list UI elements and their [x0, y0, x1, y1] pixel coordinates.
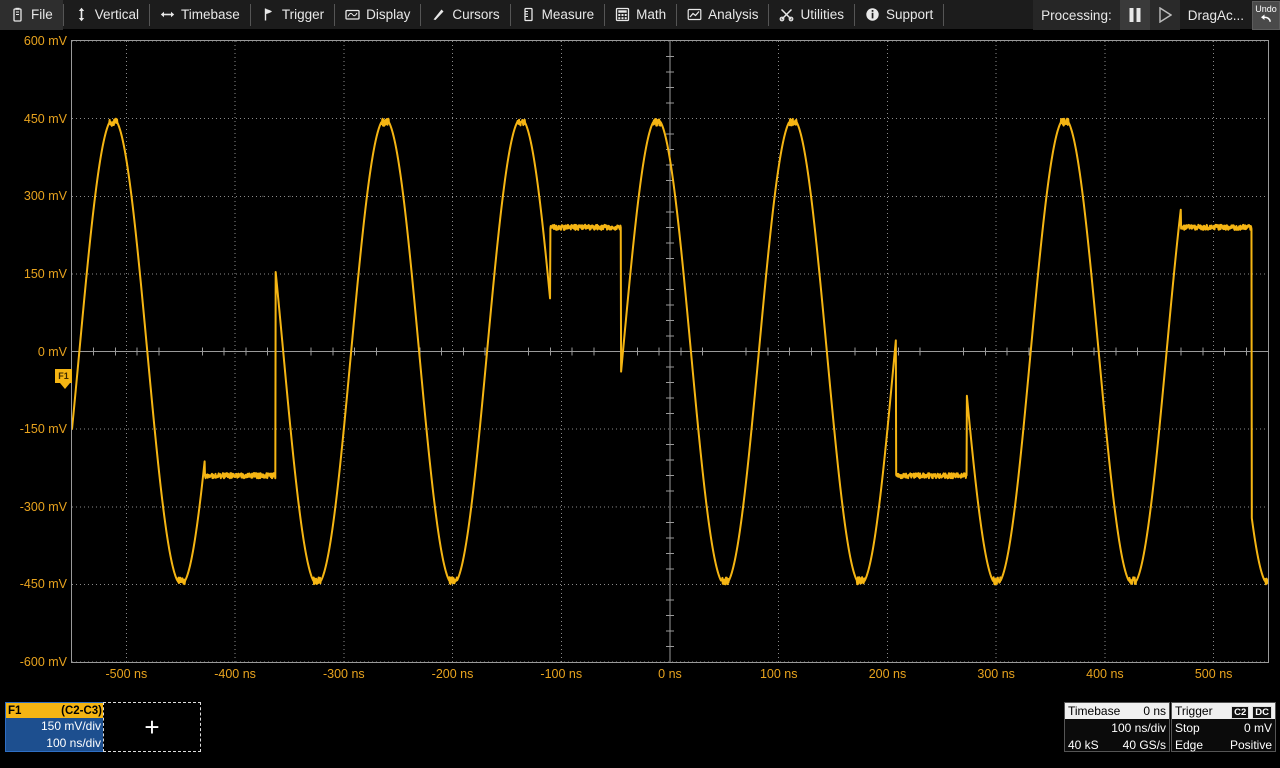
timebase-header: Timebase 0 ns [1065, 703, 1169, 719]
timebase-title: Timebase [1068, 704, 1120, 718]
x-axis-tick-label: -300 ns [323, 667, 365, 681]
trigger-state: Stop [1175, 721, 1200, 735]
x-axis-tick-label: -100 ns [540, 667, 582, 681]
x-axis-tick-label: 400 ns [1086, 667, 1124, 681]
add-trace-button[interactable]: + [103, 702, 201, 752]
menu-item-math[interactable]: Math [605, 0, 676, 30]
menu-item-vertical-label: Vertical [95, 7, 139, 22]
timebase-sample-rate: 40 GS/s [1123, 738, 1166, 752]
menu-item-utilities-label: Utilities [800, 7, 844, 22]
trigger-coupling-badge: DC [1252, 706, 1272, 719]
x-axis-tick-label: 200 ns [869, 667, 907, 681]
undo-button-label: Undo [1255, 5, 1277, 14]
utilities-tools-icon [779, 7, 794, 22]
timebase-scale: 100 ns/div [1065, 719, 1169, 736]
undo-button[interactable]: Undo [1252, 1, 1280, 30]
trigger-flag-icon [261, 7, 276, 22]
trigger-state-row: Stop 0 mV [1172, 719, 1275, 736]
f1-zero-level-marker[interactable]: F1 [55, 369, 72, 383]
x-axis-tick-label: -200 ns [432, 667, 474, 681]
processing-label: Processing: [1033, 0, 1120, 30]
menu-item-trigger-label: Trigger [282, 7, 324, 22]
y-axis-tick-label: -150 mV [0, 422, 67, 436]
menu-item-utilities[interactable]: Utilities [769, 0, 854, 30]
plus-icon: + [144, 714, 159, 740]
y-axis-tick-label: 150 mV [0, 267, 67, 281]
menu-item-support[interactable]: Support [855, 0, 943, 30]
trace-descriptor-header: F1 (C2-C3) [6, 703, 104, 718]
x-axis-tick-label: 100 ns [760, 667, 798, 681]
waveform-trace-f1 [72, 41, 1268, 662]
x-axis-tick-label: -400 ns [214, 667, 256, 681]
menu-item-timebase[interactable]: Timebase [150, 0, 250, 30]
trace-volts-per-div: 150 mV/div [6, 718, 104, 735]
pause-icon[interactable] [1120, 0, 1150, 30]
menu-item-file-label: File [31, 7, 53, 22]
undo-arrow-icon [1260, 14, 1273, 25]
y-axis-tick-label: -300 mV [0, 500, 67, 514]
cursor-icon [431, 7, 446, 22]
timebase-memory: 40 kS [1068, 738, 1099, 752]
x-axis-tick-label: -500 ns [106, 667, 148, 681]
trigger-panel[interactable]: Trigger C2 DC Stop 0 mV Edge Positive [1171, 702, 1276, 752]
measure-icon [521, 7, 536, 22]
trigger-header: Trigger C2 DC [1172, 703, 1275, 719]
timebase-panel[interactable]: Timebase 0 ns 100 ns/div 40 kS 40 GS/s [1064, 702, 1170, 752]
menu-item-math-label: Math [636, 7, 666, 22]
trigger-type-row: Edge Positive [1172, 736, 1275, 753]
display-screen-icon [345, 7, 360, 22]
menu-item-display-label: Display [366, 7, 410, 22]
y-axis-tick-label: 600 mV [0, 34, 67, 48]
menu-item-timebase-label: Timebase [181, 7, 240, 22]
trigger-type: Edge [1175, 738, 1203, 752]
file-icon [10, 7, 25, 22]
menu-item-display[interactable]: Display [335, 0, 420, 30]
y-axis-tick-label: -600 mV [0, 655, 67, 669]
trigger-level: 0 mV [1244, 721, 1272, 735]
trigger-source-badge: C2 [1231, 706, 1249, 719]
trigger-badges: C2 DC [1228, 704, 1272, 719]
x-axis-tick-label: 0 ns [658, 667, 682, 681]
trigger-slope: Positive [1230, 738, 1272, 752]
grid-area[interactable] [71, 40, 1269, 663]
processing-controls: Processing: DragAc... Undo [1033, 0, 1280, 30]
math-grid-icon [615, 7, 630, 22]
play-icon[interactable] [1150, 0, 1180, 30]
menu-item-measure[interactable]: Measure [511, 0, 605, 30]
status-bar: F1 (C2-C3) 150 mV/div 100 ns/div + Timeb… [0, 690, 1280, 768]
x-axis-tick-label: 500 ns [1195, 667, 1233, 681]
f1-marker-label: F1 [58, 371, 69, 381]
menu-item-measure-label: Measure [542, 7, 595, 22]
menu-item-file[interactable]: File [0, 0, 63, 30]
trace-descriptor-f1[interactable]: F1 (C2-C3) 150 mV/div 100 ns/div [5, 702, 105, 752]
menu-item-vertical[interactable]: Vertical [64, 0, 149, 30]
menu-bar: File Vertical Timebase Trigger Display C… [0, 0, 1280, 30]
trace-name: F1 [8, 705, 21, 717]
trace-source: (C2-C3) [61, 705, 102, 717]
vertical-arrows-icon [74, 7, 89, 22]
horizontal-arrows-icon [160, 7, 175, 22]
trace-time-per-div: 100 ns/div [6, 735, 104, 752]
menu-divider [943, 4, 944, 26]
y-axis-tick-label: 450 mV [0, 112, 67, 126]
menu-item-cursors-label: Cursors [452, 7, 499, 22]
y-axis-tick-label: -450 mV [0, 577, 67, 591]
menu-item-analysis[interactable]: Analysis [677, 0, 768, 30]
menu-item-trigger[interactable]: Trigger [251, 0, 334, 30]
y-axis-tick-label: 0 mV [0, 345, 67, 359]
trigger-title: Trigger [1175, 704, 1213, 718]
timebase-delay: 0 ns [1143, 704, 1166, 718]
info-circle-icon [865, 7, 880, 22]
timebase-memory-row: 40 kS 40 GS/s [1065, 736, 1169, 753]
waveform-plot: -600 mV -450 mV -300 mV -150 mV 0 mV 150 mV 30… [0, 30, 1280, 690]
menu-item-support-label: Support [886, 7, 933, 22]
analysis-chart-icon [687, 7, 702, 22]
menu-item-analysis-label: Analysis [708, 7, 758, 22]
drag-action-label[interactable]: DragAc... [1180, 0, 1252, 30]
x-axis-tick-label: 300 ns [977, 667, 1015, 681]
oscilloscope-screen: File Vertical Timebase Trigger Display C… [0, 0, 1280, 768]
menu-item-cursors[interactable]: Cursors [421, 0, 509, 30]
y-axis-tick-label: 300 mV [0, 189, 67, 203]
